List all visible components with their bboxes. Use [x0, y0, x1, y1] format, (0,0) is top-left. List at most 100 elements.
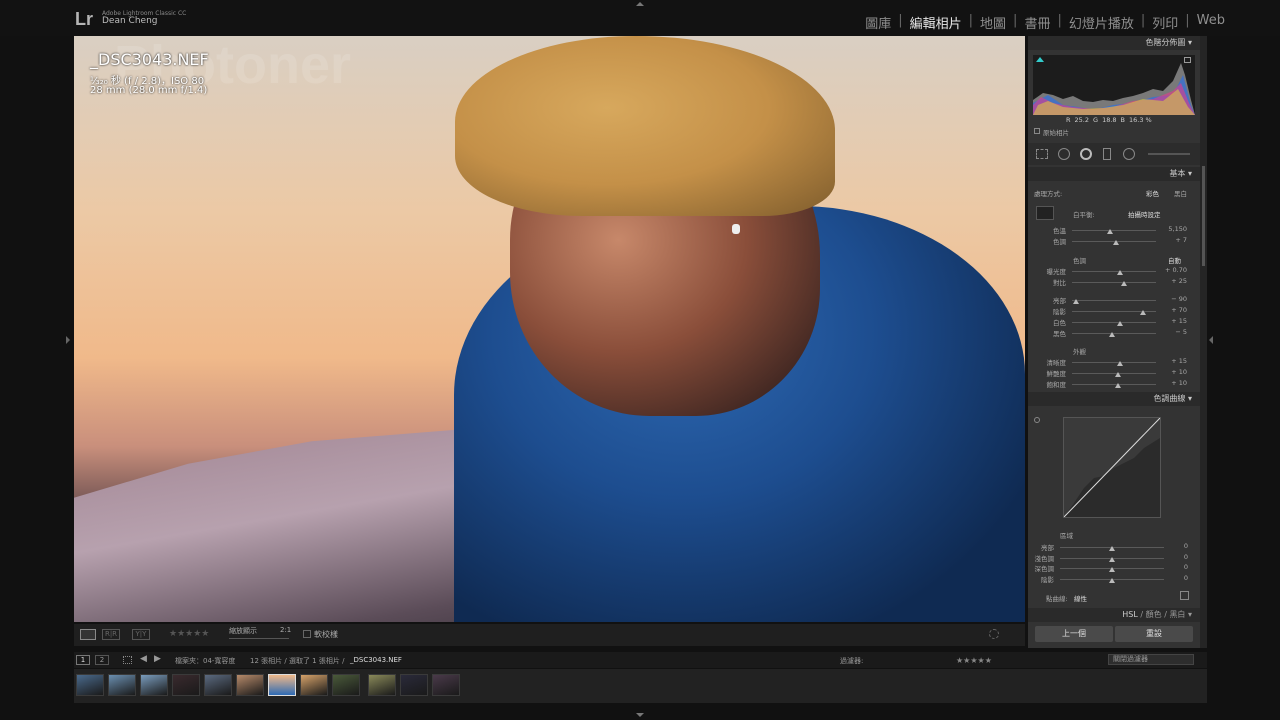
- original-photo-checkbox[interactable]: [1034, 128, 1040, 134]
- selected-filename[interactable]: _DSC3043.NEF: [350, 656, 402, 664]
- slider-track[interactable]: [1072, 384, 1156, 385]
- filmstrip-thumbnail[interactable]: [76, 674, 104, 696]
- region-thumb[interactable]: [1109, 546, 1115, 551]
- slider-value[interactable]: + 70: [1159, 306, 1187, 314]
- basic-slider-row[interactable]: 鮮艷度 + 10: [1028, 368, 1200, 378]
- slider-track[interactable]: [1072, 282, 1156, 283]
- collapse-right-panel-icon[interactable]: [1209, 336, 1213, 344]
- slider-thumb[interactable]: [1116, 270, 1123, 275]
- filter-dropdown[interactable]: 關閉過濾器: [1108, 654, 1194, 665]
- basic-slider-row[interactable]: 白色 + 15: [1028, 317, 1200, 327]
- slider-value[interactable]: − 90: [1159, 295, 1187, 303]
- filmstrip-thumbnail[interactable]: [108, 674, 136, 696]
- slider-value[interactable]: + 0.70: [1159, 266, 1187, 274]
- basic-slider-row[interactable]: 亮部 − 90: [1028, 295, 1200, 305]
- edit-point-curve-icon[interactable]: [1180, 591, 1189, 600]
- slider-track[interactable]: [1072, 362, 1156, 363]
- tone-curve-header[interactable]: 色調曲線 ▾: [1028, 392, 1200, 406]
- bw-tab[interactable]: 黑白: [1169, 610, 1185, 619]
- module-2[interactable]: 地圖: [973, 13, 1013, 32]
- radial-filter-icon[interactable]: [1123, 148, 1135, 160]
- module-1[interactable]: 編輯相片: [903, 13, 969, 32]
- filmstrip-thumbnail[interactable]: [236, 674, 264, 696]
- region-slider-row[interactable]: 深色調 0: [1028, 563, 1200, 573]
- wb-picker-icon[interactable]: [1036, 206, 1054, 220]
- slider-thumb[interactable]: [1112, 240, 1119, 245]
- slider-value[interactable]: + 15: [1159, 317, 1187, 325]
- basic-slider-row[interactable]: 色溫 5,150: [1028, 225, 1200, 235]
- region-value[interactable]: 0: [1160, 542, 1188, 550]
- crop-tool-icon[interactable]: [1036, 149, 1048, 159]
- treatment-color[interactable]: 彩色: [1146, 188, 1159, 198]
- region-slider-row[interactable]: 淺色調 0: [1028, 553, 1200, 563]
- filmstrip-thumbnail[interactable]: [172, 674, 200, 696]
- source-label[interactable]: 檔案夾：04-寬容度: [175, 656, 235, 666]
- region-value[interactable]: 0: [1160, 563, 1188, 571]
- slider-value[interactable]: + 15: [1159, 357, 1187, 365]
- basic-slider-row[interactable]: 飽和度 + 10: [1028, 379, 1200, 389]
- slider-value[interactable]: + 7: [1159, 236, 1187, 244]
- adjustment-brush-icon[interactable]: [1148, 153, 1190, 155]
- slider-value[interactable]: 5,150: [1159, 225, 1187, 233]
- slider-thumb[interactable]: [1115, 383, 1122, 388]
- hsl-header[interactable]: HSL / 顏色 / 黑白 ▾: [1028, 608, 1200, 622]
- slider-track[interactable]: [1072, 230, 1156, 231]
- slider-thumb[interactable]: [1073, 299, 1080, 304]
- slider-thumb[interactable]: [1106, 229, 1113, 234]
- basic-slider-row[interactable]: 曝光度 + 0.70: [1028, 266, 1200, 276]
- scrollbar-thumb[interactable]: [1202, 166, 1205, 266]
- region-thumb[interactable]: [1109, 556, 1115, 562]
- filmstrip-thumbnail[interactable]: [300, 674, 328, 696]
- slider-track[interactable]: [1072, 322, 1156, 323]
- slider-thumb[interactable]: [1116, 361, 1123, 366]
- color-tab[interactable]: 顏色: [1146, 610, 1162, 619]
- filmstrip-thumbnail[interactable]: [140, 674, 168, 696]
- histogram[interactable]: [1033, 55, 1195, 115]
- slider-value[interactable]: + 10: [1159, 368, 1187, 376]
- slider-track[interactable]: [1072, 373, 1156, 374]
- nav-back-icon[interactable]: ◀: [140, 654, 147, 664]
- slider-thumb[interactable]: [1109, 332, 1116, 337]
- module-0[interactable]: 圖庫: [858, 13, 898, 32]
- softproof-checkbox[interactable]: [303, 630, 311, 638]
- window-2-button[interactable]: 2: [95, 655, 109, 665]
- nav-forward-icon[interactable]: ▶: [154, 654, 161, 664]
- slider-value[interactable]: + 10: [1159, 379, 1187, 387]
- tone-curve-graph[interactable]: [1063, 417, 1161, 518]
- collapse-bottom-icon[interactable]: [636, 713, 644, 717]
- spot-removal-icon[interactable]: [1058, 148, 1070, 160]
- slider-thumb[interactable]: [1140, 310, 1147, 315]
- filmstrip-thumbnail[interactable]: [368, 674, 396, 696]
- filmstrip-thumbnail[interactable]: [332, 674, 360, 696]
- graduated-filter-icon[interactable]: [1103, 148, 1111, 160]
- region-value[interactable]: 0: [1160, 553, 1188, 561]
- module-5[interactable]: 列印: [1145, 13, 1185, 32]
- histogram-header[interactable]: 色階分佈圖 ▾: [1028, 36, 1200, 50]
- before-after-yy-icon[interactable]: Y|Y: [132, 629, 150, 640]
- slider-value[interactable]: + 25: [1159, 277, 1187, 285]
- tone-auto-button[interactable]: 自動: [1168, 255, 1181, 265]
- module-4[interactable]: 幻燈片播放: [1062, 13, 1141, 32]
- region-thumb[interactable]: [1109, 567, 1115, 572]
- collapse-top-icon[interactable]: [636, 2, 644, 6]
- filmstrip-thumbnail[interactable]: [400, 674, 428, 696]
- region-thumb[interactable]: [1109, 577, 1115, 583]
- region-slider-row[interactable]: 亮部 0: [1028, 542, 1200, 552]
- highlight-clipping-icon[interactable]: [1184, 57, 1191, 63]
- filmstrip-thumbnail[interactable]: [204, 674, 232, 696]
- module-3[interactable]: 書冊: [1017, 13, 1057, 32]
- grid-view-icon[interactable]: [123, 656, 132, 664]
- basic-header[interactable]: 基本 ▾: [1028, 167, 1200, 181]
- reset-button[interactable]: 重設: [1115, 626, 1193, 642]
- filmstrip-thumbnail[interactable]: [268, 674, 296, 696]
- point-curve-value[interactable]: 線性: [1074, 593, 1087, 603]
- region-value[interactable]: 0: [1160, 574, 1188, 582]
- before-after-lr-icon[interactable]: R|R: [102, 629, 120, 640]
- loupe-view-icon[interactable]: [80, 629, 96, 640]
- basic-slider-row[interactable]: 陰影 + 70: [1028, 306, 1200, 316]
- slider-thumb[interactable]: [1121, 281, 1128, 286]
- slider-track[interactable]: [1072, 271, 1156, 272]
- expand-left-panel-icon[interactable]: [66, 336, 70, 344]
- red-eye-icon[interactable]: [1080, 148, 1092, 160]
- photo-canvas[interactable]: Photoner _DSC3043.NEF ¹⁄₃₂₀ 秒 (f / 2.8)，…: [74, 36, 1025, 622]
